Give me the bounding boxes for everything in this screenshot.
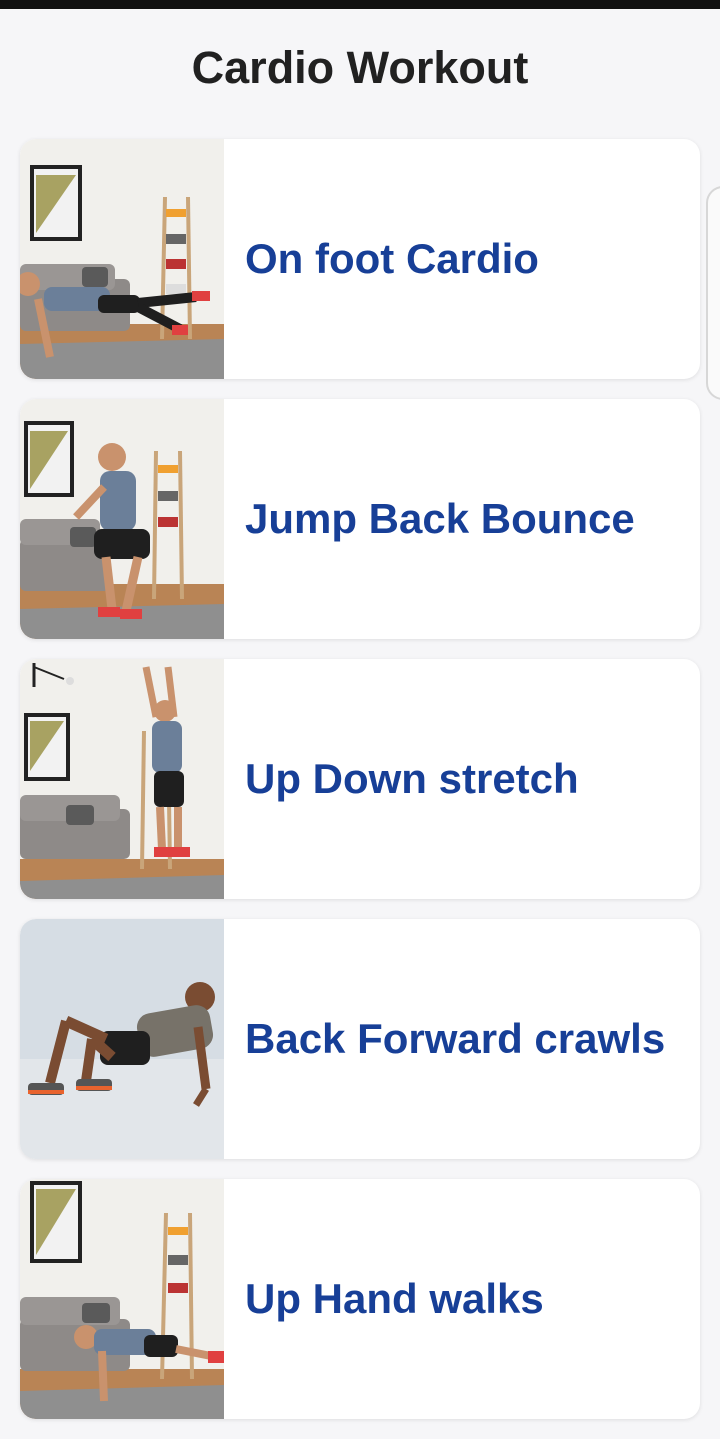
exercise-photo-plank-kick-icon <box>20 139 224 379</box>
workout-card[interactable]: Up Down stretch <box>20 659 700 899</box>
workout-list: On foot Cardio Jump Back Bounce Up Down … <box>20 139 700 1439</box>
workout-card[interactable]: Jump Back Bounce <box>20 399 700 639</box>
page-title: Cardio Workout <box>191 42 529 93</box>
status-bar <box>0 0 720 9</box>
workout-title: Up Down stretch <box>245 755 579 802</box>
exercise-photo-hand-walk-icon <box>20 1179 224 1419</box>
workout-title: On foot Cardio <box>245 235 539 282</box>
workout-card[interactable]: On foot Cardio <box>20 139 700 379</box>
workout-title: Back Forward crawls <box>245 1015 666 1062</box>
side-drawer-handle[interactable] <box>706 186 720 400</box>
exercise-photo-crab-walk-icon <box>20 919 224 1159</box>
workout-card[interactable]: Up Hand walks <box>20 1179 700 1419</box>
workout-title: Up Hand walks <box>245 1275 544 1322</box>
workout-card[interactable]: Back Forward crawls <box>20 919 700 1159</box>
exercise-photo-jump-reach-icon <box>20 659 224 899</box>
exercise-photo-squat-jump-icon <box>20 399 224 639</box>
workout-title: Jump Back Bounce <box>245 495 635 542</box>
